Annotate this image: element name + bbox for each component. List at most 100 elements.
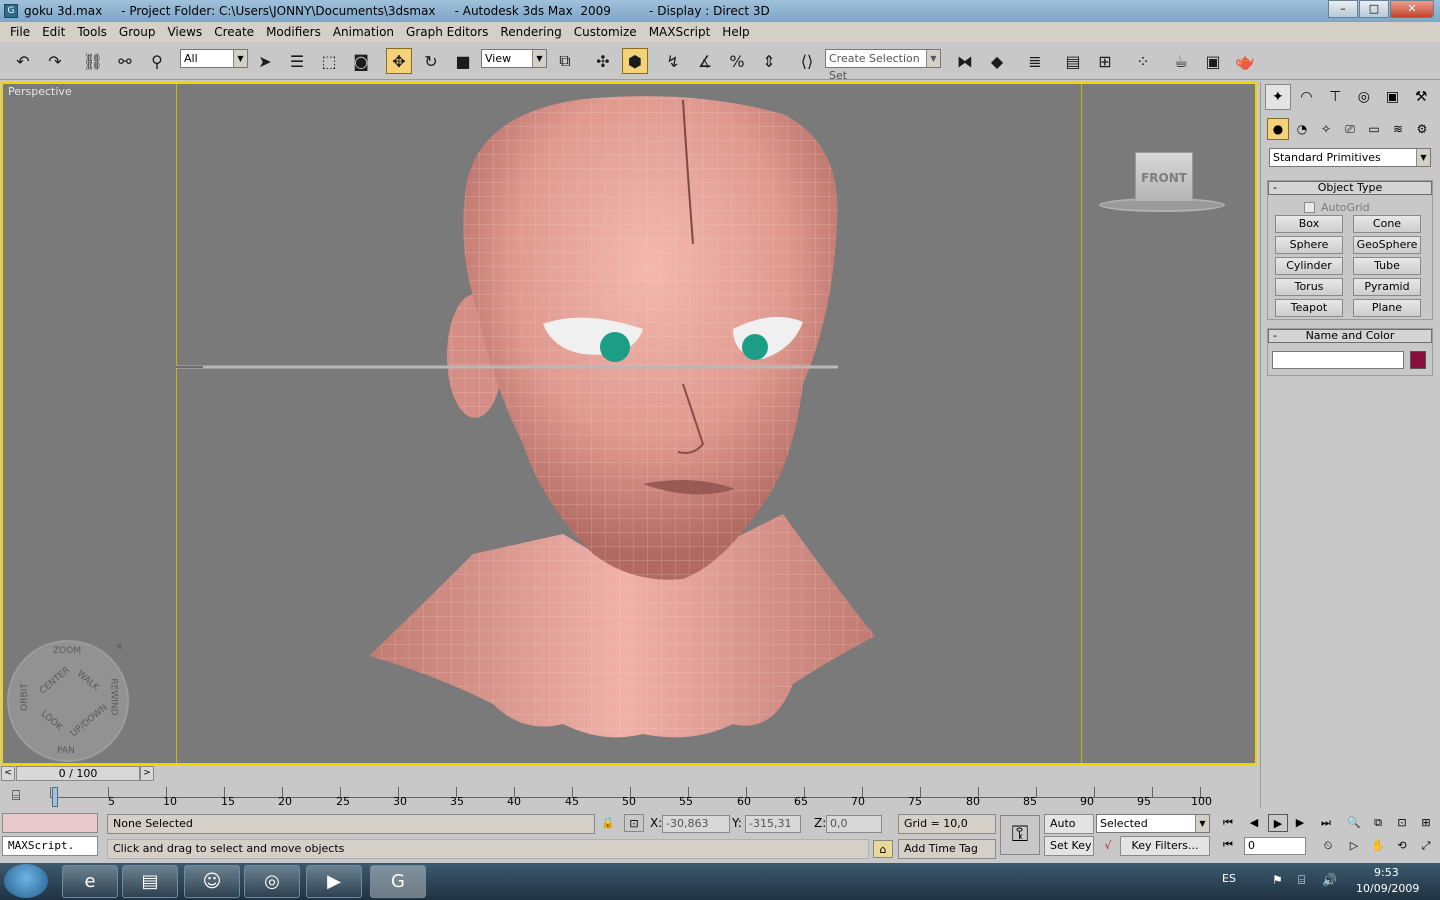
primitive-category-dropdown[interactable]: Standard Primitives ▼ <box>1269 148 1431 167</box>
set-key-icon[interactable]: ⚿ <box>1000 815 1040 855</box>
maximize-button[interactable]: □ <box>1359 0 1389 18</box>
helpers-icon[interactable]: ▭ <box>1363 118 1385 140</box>
select-and-scale-icon[interactable]: ■ <box>450 48 476 74</box>
mirror-icon[interactable]: ⧓ <box>952 48 978 74</box>
rectangular-selection-icon[interactable]: ⬚ <box>316 48 342 74</box>
menu-group[interactable]: Group <box>113 25 162 39</box>
render-setup-icon[interactable]: ☕ <box>1168 48 1194 74</box>
align-icon[interactable]: ◆ <box>984 48 1010 74</box>
curve-editor-icon[interactable]: ▤ <box>1060 48 1086 74</box>
tube-button[interactable]: Tube <box>1353 257 1421 275</box>
autogrid-checkbox[interactable]: AutoGrid <box>1304 201 1370 214</box>
pyramid-button[interactable]: Pyramid <box>1353 278 1421 296</box>
object-color-swatch[interactable] <box>1410 351 1426 369</box>
select-and-rotate-icon[interactable]: ↻ <box>418 48 444 74</box>
set-key-button[interactable]: Set Key <box>1044 836 1094 856</box>
select-and-move-icon[interactable]: ✥ <box>386 48 412 74</box>
redo-icon[interactable]: ↷ <box>42 48 68 74</box>
select-object-icon[interactable]: ➤ <box>252 48 278 74</box>
maxscript-listener-pink[interactable] <box>2 813 98 833</box>
box-button[interactable]: Box <box>1275 215 1343 233</box>
minimize-button[interactable]: – <box>1328 0 1358 18</box>
edit-named-selection-icon[interactable]: ⟨⟩ <box>794 48 820 74</box>
utilities-tab-icon[interactable]: ⚒ <box>1408 84 1434 110</box>
zoom-icon[interactable]: 🔍 <box>1344 814 1364 832</box>
motion-tab-icon[interactable]: ◎ <box>1351 84 1377 110</box>
name-and-color-header[interactable]: - Name and Color <box>1268 329 1432 343</box>
action-center-icon[interactable]: ⌸ <box>1298 873 1305 888</box>
modify-tab-icon[interactable]: ◠ <box>1294 84 1320 110</box>
curve-editor-mini-icon[interactable]: ⌸ <box>12 788 20 804</box>
angle-snap-icon[interactable]: ∡ <box>692 48 718 74</box>
systems-icon[interactable]: ⚙ <box>1411 118 1433 140</box>
menu-tools[interactable]: Tools <box>71 25 113 39</box>
key-filters-button[interactable]: Key Filters... <box>1120 836 1210 856</box>
window-crossing-icon[interactable]: ◙ <box>348 48 374 74</box>
clock-date[interactable]: 10/09/2009 <box>1356 882 1419 895</box>
object-type-header[interactable]: - Object Type <box>1268 181 1432 195</box>
zoom-all-icon[interactable]: ⧉ <box>1368 814 1388 832</box>
shapes-icon[interactable]: ◔ <box>1291 118 1313 140</box>
browser-icon[interactable]: ◎ <box>244 865 300 898</box>
head-model[interactable] <box>3 84 1255 763</box>
pan-view-icon[interactable]: ✋ <box>1368 837 1388 855</box>
messenger-icon[interactable]: ☺ <box>184 865 240 898</box>
orbit-icon[interactable]: ⟲ <box>1392 837 1412 855</box>
field-of-view-icon[interactable]: ▷ <box>1344 837 1364 855</box>
zoom-extents-icon[interactable]: ⊡ <box>1392 814 1412 832</box>
volume-icon[interactable]: 🔊 <box>1322 873 1337 887</box>
next-frame-arrow-icon[interactable]: > <box>140 766 154 781</box>
menu-help[interactable]: Help <box>716 25 755 39</box>
render-production-icon[interactable]: 🫖 <box>1232 48 1258 74</box>
lock-icon[interactable]: 🔒 <box>598 814 618 832</box>
layer-manager-icon[interactable]: ≣ <box>1022 48 1048 74</box>
3dsmax-task-icon[interactable]: G <box>370 865 426 898</box>
track-bar[interactable]: ⌸ 5 10 15 20 25 30 35 40 45 50 55 60 65 … <box>0 785 1258 811</box>
perspective-viewport[interactable]: Perspective FRONT ZOOM ORBIT PAN REWIND … <box>1 82 1257 765</box>
schematic-view-icon[interactable]: ⊞ <box>1092 48 1118 74</box>
lights-icon[interactable]: ✧ <box>1315 118 1337 140</box>
viewcube[interactable]: FRONT <box>1099 152 1227 218</box>
absolute-mode-icon[interactable]: ⊡ <box>624 814 644 832</box>
3dsmax-icon[interactable]: G <box>4 4 18 18</box>
named-selection-set-dropdown[interactable]: Create Selection Set ▼ <box>825 49 941 82</box>
x-coordinate-field[interactable]: -30,863 <box>662 815 730 833</box>
unlink-icon[interactable]: ⚯ <box>112 48 138 74</box>
hierarchy-tab-icon[interactable]: ⊤ <box>1322 84 1348 110</box>
add-time-tag[interactable]: Add Time Tag <box>898 839 996 859</box>
menu-maxscript[interactable]: MAXScript <box>643 25 717 39</box>
sphere-button[interactable]: Sphere <box>1275 236 1343 254</box>
plane-button[interactable]: Plane <box>1353 299 1421 317</box>
time-tag-icon[interactable]: ⌂ <box>873 840 893 858</box>
menu-create[interactable]: Create <box>208 25 260 39</box>
keyboard-shortcut-override-icon[interactable]: ⬢ <box>622 48 648 74</box>
geometry-icon[interactable]: ● <box>1267 118 1289 140</box>
object-name-field[interactable] <box>1272 351 1404 369</box>
viewcube-front-face[interactable]: FRONT <box>1135 152 1193 202</box>
previous-frame-arrow-icon[interactable]: < <box>1 766 15 781</box>
menu-modifiers[interactable]: Modifiers <box>260 25 327 39</box>
teapot-button[interactable]: Teapot <box>1275 299 1343 317</box>
go-to-end-icon[interactable]: ⏭ <box>1316 814 1336 832</box>
menu-animation[interactable]: Animation <box>327 25 400 39</box>
wheel-zoom[interactable]: ZOOM <box>53 646 81 656</box>
reference-coordinate-dropdown[interactable]: View ▼ <box>481 49 547 68</box>
space-warps-icon[interactable]: ≋ <box>1387 118 1409 140</box>
cone-button[interactable]: Cone <box>1353 215 1421 233</box>
language-indicator[interactable]: ES <box>1222 872 1236 885</box>
wheel-pan[interactable]: PAN <box>57 746 75 756</box>
start-button[interactable] <box>4 864 48 898</box>
geosphere-button[interactable]: GeoSphere <box>1353 236 1421 254</box>
maxscript-mini-listener[interactable]: MAXScript. <box>2 836 98 856</box>
undo-icon[interactable]: ↶ <box>10 48 36 74</box>
percent-snap-icon[interactable]: % <box>724 48 750 74</box>
link-icon[interactable]: ⛓ <box>80 48 106 74</box>
select-by-name-icon[interactable]: ☰ <box>284 48 310 74</box>
time-slider-handle[interactable]: 0 / 100 <box>16 766 140 781</box>
menu-views[interactable]: Views <box>161 25 208 39</box>
key-mode-dropdown[interactable]: Selected ▼ <box>1096 814 1210 833</box>
previous-frame-icon[interactable]: ◀ <box>1244 814 1264 832</box>
maximize-viewport-icon[interactable]: ⤢ <box>1416 837 1436 855</box>
pivot-center-icon[interactable]: ⧉ <box>552 48 578 74</box>
menu-customize[interactable]: Customize <box>568 25 643 39</box>
